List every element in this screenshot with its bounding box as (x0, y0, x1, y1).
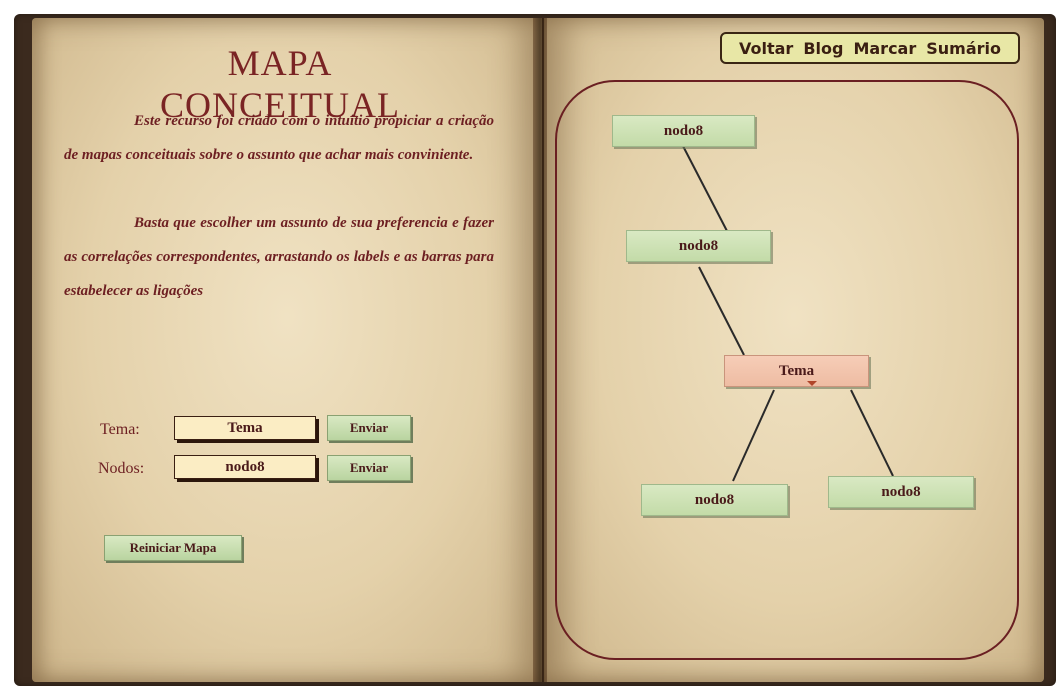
link-node1-node2[interactable] (682, 145, 728, 232)
map-node-tema[interactable]: Tema (724, 355, 869, 387)
link-tema-node5[interactable] (850, 389, 894, 477)
map-links (682, 145, 894, 482)
map-node-5[interactable]: nodo8 (828, 476, 974, 508)
map-node-4[interactable]: nodo8 (641, 484, 788, 516)
map-node-2[interactable]: nodo8 (626, 230, 771, 262)
caret-down-icon (807, 381, 817, 386)
link-node2-tema[interactable] (698, 266, 745, 356)
map-node-1[interactable]: nodo8 (612, 115, 755, 147)
tema-node-label: Tema (778, 363, 815, 379)
link-tema-node4[interactable] (732, 389, 775, 482)
